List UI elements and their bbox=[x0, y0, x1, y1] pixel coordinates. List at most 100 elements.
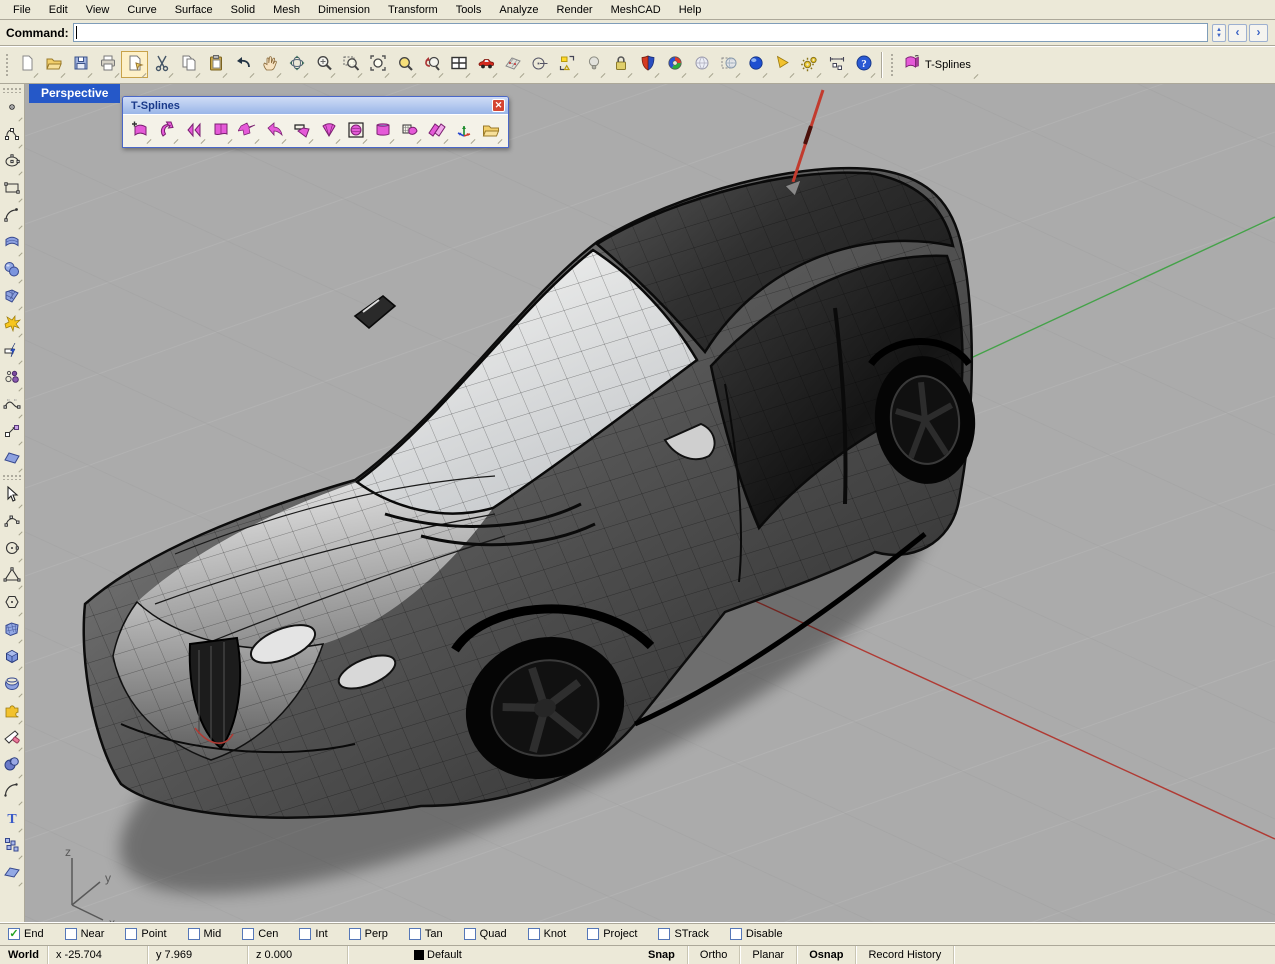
side-toolbar-grip[interactable] bbox=[2, 474, 22, 480]
menu-item-edit[interactable]: Edit bbox=[40, 2, 77, 18]
menu-item-help[interactable]: Help bbox=[670, 2, 711, 18]
side-toolbar-button-shear[interactable] bbox=[1, 446, 24, 473]
close-icon[interactable]: ✕ bbox=[492, 99, 505, 112]
osnap-checkbox-knot[interactable]: Knot bbox=[528, 928, 567, 940]
osnap-checkbox-strack[interactable]: STrack bbox=[658, 928, 708, 940]
osnap-checkbox-point[interactable]: Point bbox=[125, 928, 166, 940]
toolbar-grip[interactable] bbox=[5, 53, 10, 77]
status-pane-record-history[interactable]: Record History bbox=[856, 946, 954, 964]
side-toolbar-button-explode[interactable] bbox=[1, 311, 24, 338]
tsplines-button-ts-cylinder[interactable] bbox=[370, 118, 396, 144]
toolbar-button-undo[interactable] bbox=[229, 51, 256, 78]
toolbar-button-cut[interactable] bbox=[148, 51, 175, 78]
tsplines-button-ts-box-mode[interactable] bbox=[343, 118, 369, 144]
toolbar-button-osnap-settings[interactable] bbox=[553, 51, 580, 78]
tsplines-button-ts-open-toolbar[interactable] bbox=[478, 118, 504, 144]
checkbox-disable[interactable] bbox=[730, 928, 742, 940]
checkbox-mid[interactable] bbox=[188, 928, 200, 940]
status-pane-planar[interactable]: Planar bbox=[740, 946, 797, 964]
tsplines-palette-titlebar[interactable]: T-Splines ✕ bbox=[123, 97, 508, 114]
side-toolbar-button-edit-control-points[interactable] bbox=[1, 509, 24, 536]
osnap-checkbox-int[interactable]: Int bbox=[299, 928, 327, 940]
toolbar-button-rendered-viewport[interactable] bbox=[742, 51, 769, 78]
tsplines-button-ts-bend[interactable] bbox=[262, 118, 288, 144]
command-history-spinner[interactable]: ▲▼ bbox=[1212, 24, 1226, 42]
tsplines-button-ts-new-surface[interactable] bbox=[127, 118, 153, 144]
osnap-checkbox-project[interactable]: Project bbox=[587, 928, 637, 940]
toolbar-button-shaded-viewport[interactable] bbox=[634, 51, 661, 78]
tsplines-button-ts-crease[interactable] bbox=[235, 118, 261, 144]
tsplines-button-ts-insert-axes[interactable] bbox=[451, 118, 477, 144]
menu-item-view[interactable]: View bbox=[77, 2, 119, 18]
toolbar-button-zoom-extents[interactable] bbox=[364, 51, 391, 78]
toolbar-button-paste[interactable] bbox=[202, 51, 229, 78]
checkbox-point[interactable] bbox=[125, 928, 137, 940]
checkbox-quad[interactable] bbox=[464, 928, 476, 940]
side-toolbar-button-boolean-union[interactable] bbox=[1, 698, 24, 725]
toolbar-button-open-file[interactable] bbox=[40, 51, 67, 78]
toolbar-button-undo-view-change[interactable] bbox=[418, 51, 445, 78]
side-toolbar-button-trim[interactable] bbox=[1, 725, 24, 752]
toolbar-button-copy[interactable] bbox=[175, 51, 202, 78]
toolbar-button-print[interactable] bbox=[94, 51, 121, 78]
osnap-checkbox-end[interactable]: ✓End bbox=[8, 928, 44, 940]
viewport-tab-perspective[interactable]: Perspective bbox=[29, 84, 120, 103]
toolbar-button-xray-viewport[interactable] bbox=[715, 51, 742, 78]
checkbox-knot[interactable] bbox=[528, 928, 540, 940]
toolbar-button-pan-view[interactable] bbox=[256, 51, 283, 78]
side-toolbar-button-move-copy[interactable] bbox=[1, 419, 24, 446]
checkbox-tan[interactable] bbox=[409, 928, 421, 940]
osnap-checkbox-cen[interactable]: Cen bbox=[242, 928, 278, 940]
tsplines-button-ts-panel[interactable] bbox=[208, 118, 234, 144]
menu-item-curve[interactable]: Curve bbox=[118, 2, 165, 18]
menu-item-surface[interactable]: Surface bbox=[166, 2, 222, 18]
side-toolbar-button-arc[interactable] bbox=[1, 203, 24, 230]
side-toolbar-button-select[interactable] bbox=[1, 482, 24, 509]
checkbox-cen[interactable] bbox=[242, 928, 254, 940]
menu-item-solid[interactable]: Solid bbox=[222, 2, 264, 18]
osnap-checkbox-near[interactable]: Near bbox=[65, 928, 105, 940]
osnap-checkbox-disable[interactable]: Disable bbox=[730, 928, 783, 940]
toolbar-button-ghosted-viewport[interactable] bbox=[688, 51, 715, 78]
menu-item-dimension[interactable]: Dimension bbox=[309, 2, 379, 18]
tsplines-button-ts-extrude-face[interactable] bbox=[289, 118, 315, 144]
menu-item-file[interactable]: File bbox=[4, 2, 40, 18]
side-toolbar-button-spheres[interactable] bbox=[1, 257, 24, 284]
tsplines-button-ts-weld[interactable] bbox=[397, 118, 423, 144]
toolbar-button-zoom-window[interactable] bbox=[337, 51, 364, 78]
side-toolbar-button-text-object[interactable]: T bbox=[1, 806, 24, 833]
osnap-checkbox-perp[interactable]: Perp bbox=[349, 928, 388, 940]
viewport-perspective[interactable]: z y x Perspective T-Splines ✕ bbox=[25, 84, 1275, 922]
menu-item-analyze[interactable]: Analyze bbox=[490, 2, 547, 18]
menu-item-meshcad[interactable]: MeshCAD bbox=[602, 2, 670, 18]
menu-item-transform[interactable]: Transform bbox=[379, 2, 447, 18]
menu-item-tools[interactable]: Tools bbox=[447, 2, 491, 18]
side-toolbar-button-patch-surface[interactable] bbox=[1, 617, 24, 644]
tsplines-button-ts-duplicate-faces[interactable] bbox=[424, 118, 450, 144]
side-toolbar-grip[interactable] bbox=[2, 87, 22, 93]
status-pane-osnap[interactable]: Osnap bbox=[797, 946, 856, 964]
side-toolbar-button-split[interactable] bbox=[1, 338, 24, 365]
cplane-world-button[interactable]: World bbox=[0, 946, 48, 964]
menu-item-render[interactable]: Render bbox=[548, 2, 602, 18]
side-toolbar-button-plane-surface[interactable] bbox=[1, 860, 24, 887]
tsplines-button-ts-revolve[interactable] bbox=[154, 118, 180, 144]
car-model[interactable] bbox=[74, 90, 981, 922]
toolbar-button-layer-light[interactable] bbox=[580, 51, 607, 78]
side-toolbar-button-boolean-spheres[interactable] bbox=[1, 752, 24, 779]
menu-item-mesh[interactable]: Mesh bbox=[264, 2, 309, 18]
tsplines-button-ts-fan[interactable] bbox=[316, 118, 342, 144]
checkbox-perp[interactable] bbox=[349, 928, 361, 940]
side-toolbar-button-blend-curves[interactable] bbox=[1, 392, 24, 419]
side-toolbar-button-box[interactable] bbox=[1, 644, 24, 671]
checkbox-strack[interactable] bbox=[658, 928, 670, 940]
osnap-checkbox-quad[interactable]: Quad bbox=[464, 928, 507, 940]
toolbar-button-copy-to-clipboard[interactable] bbox=[121, 51, 148, 78]
checkbox-near[interactable] bbox=[65, 928, 77, 940]
toolbar-button-tsplines[interactable]: T-Splines bbox=[898, 51, 980, 79]
osnap-checkbox-mid[interactable]: Mid bbox=[188, 928, 222, 940]
toolbar-button-options-gears[interactable] bbox=[796, 51, 823, 78]
status-pane-snap[interactable]: Snap bbox=[636, 946, 688, 964]
checkbox-int[interactable] bbox=[299, 928, 311, 940]
command-next-button[interactable]: › bbox=[1249, 24, 1268, 42]
